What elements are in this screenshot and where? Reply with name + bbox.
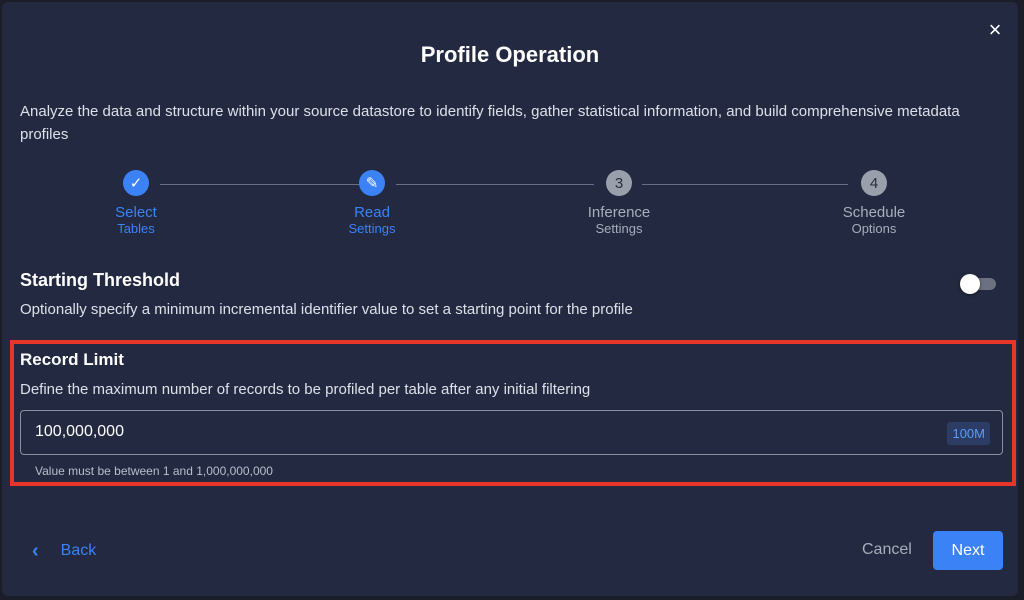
step-number: 4 (861, 170, 887, 196)
stepper: ✓ Select Tables ✎ Read Settings 3 Infere… (2, 170, 1018, 250)
starting-threshold-toggle[interactable] (960, 274, 996, 294)
modal-description: Analyze the data and structure within yo… (20, 103, 960, 143)
starting-threshold-description: Optionally specify a minimum incremental… (20, 301, 633, 318)
back-button[interactable]: ‹ Back (32, 540, 96, 562)
next-button[interactable]: Next (933, 531, 1003, 570)
step-title: Inference (587, 204, 651, 221)
record-limit-title: Record Limit (20, 350, 124, 369)
record-limit-description: Define the maximum number of records to … (20, 381, 591, 398)
pencil-icon: ✎ (359, 170, 385, 196)
check-icon: ✓ (123, 170, 149, 196)
back-label: Back (60, 542, 97, 559)
chevron-left-icon: ‹ (32, 539, 39, 562)
step-number: 3 (606, 170, 632, 196)
cancel-button[interactable]: Cancel (862, 541, 912, 559)
close-icon[interactable]: × (984, 19, 1006, 42)
step-subtitle: Settings (348, 221, 396, 236)
record-limit-badge: 100M (947, 422, 990, 445)
step-inference-settings: 3 Inference Settings (549, 170, 689, 237)
toggle-knob (960, 274, 980, 294)
starting-threshold-title: Starting Threshold (20, 270, 181, 290)
step-subtitle: Settings (595, 221, 643, 236)
step-subtitle: Tables (117, 221, 155, 236)
step-select-tables[interactable]: ✓ Select Tables (66, 170, 206, 237)
step-subtitle: Options (851, 221, 897, 236)
record-limit-input[interactable]: 100,000,000 100M (20, 410, 1003, 455)
step-schedule-options: 4 Schedule Options (804, 170, 944, 237)
modal-title: Profile Operation (420, 42, 600, 67)
step-title: Read (354, 204, 390, 221)
step-title: Select (115, 204, 157, 221)
step-read-settings[interactable]: ✎ Read Settings (302, 170, 442, 237)
record-limit-value: 100,000,000 (35, 423, 124, 440)
step-title: Schedule (842, 204, 906, 221)
profile-operation-modal: × Profile Operation Analyze the data and… (2, 2, 1018, 596)
record-limit-hint: Value must be between 1 and 1,000,000,00… (35, 464, 273, 478)
